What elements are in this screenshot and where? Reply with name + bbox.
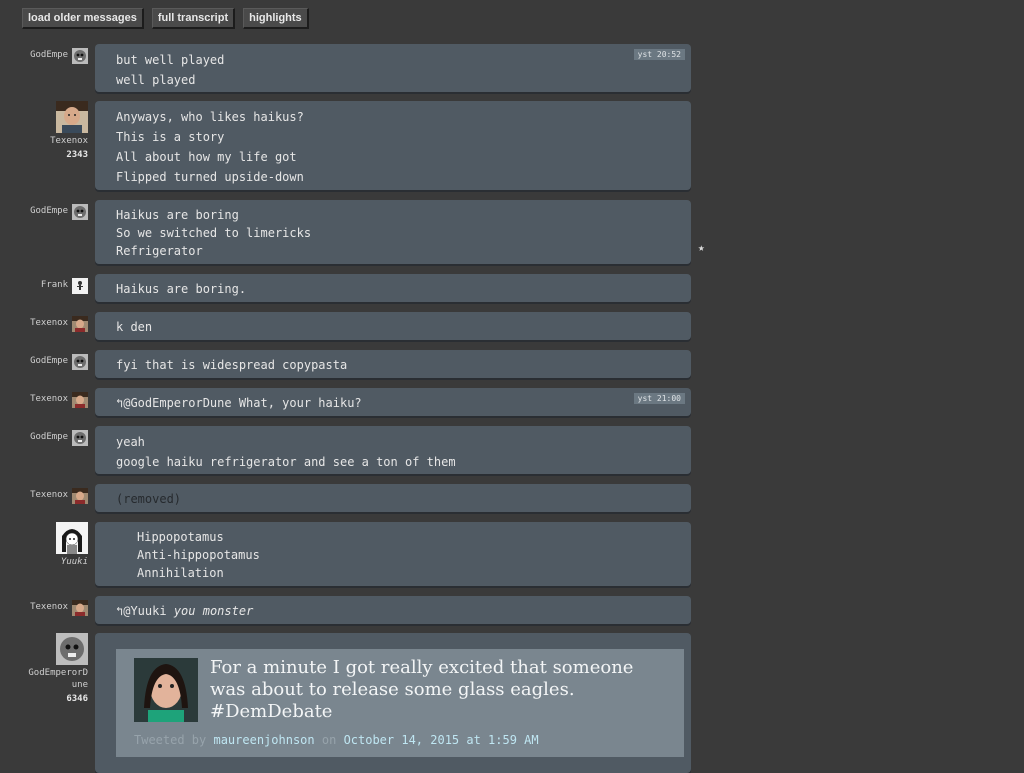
removed-message: (removed) xyxy=(116,492,182,506)
person-photo-icon[interactable] xyxy=(72,392,88,408)
message-bubble[interactable]: but well played well played yst 20:52 xyxy=(95,44,691,92)
tweet-author-link[interactable]: maureenjohnson xyxy=(213,733,314,747)
username[interactable]: GodEmpe xyxy=(30,50,68,60)
message-user[interactable]: Texenox xyxy=(30,312,88,332)
dot-figure-icon[interactable] xyxy=(72,278,88,294)
person-photo-icon[interactable] xyxy=(72,600,88,616)
message-bubble[interactable]: For a minute I got really excited that s… xyxy=(95,633,691,773)
timestamp[interactable]: yst 21:00 xyxy=(633,393,685,404)
username[interactable]: GodEmpe xyxy=(30,356,68,366)
message-bubble[interactable]: Haikus are boring. xyxy=(95,274,691,302)
message-line: This is a story xyxy=(116,130,225,144)
message-line: Anti-hippopotamus xyxy=(137,548,260,562)
mention-link[interactable]: @Yuuki xyxy=(123,604,166,618)
message-text: you monster xyxy=(173,604,254,618)
username[interactable]: GodEmperorD une xyxy=(18,667,88,691)
message-line: So we switched to limericks xyxy=(116,226,312,240)
message-line: Hippopotamus xyxy=(137,530,224,544)
message-user[interactable]: Texenox xyxy=(30,596,88,616)
message-line: Anyways, who likes haikus? xyxy=(116,110,304,124)
message-user[interactable]: Texenox xyxy=(30,388,88,408)
tweet-date-link[interactable]: October 14, 2015 at 1:59 AM xyxy=(344,733,539,747)
message-line: but well played xyxy=(116,53,225,67)
dog-face-icon[interactable] xyxy=(72,48,88,64)
message-user[interactable]: Texenox xyxy=(30,484,88,504)
highlights-button[interactable]: highlights xyxy=(243,8,309,29)
star-icon[interactable]: ★ xyxy=(698,241,705,254)
username[interactable]: Texenox xyxy=(30,394,68,404)
username[interactable]: Texenox xyxy=(30,318,68,328)
message-line: fyi that is widespread copypasta xyxy=(116,358,348,372)
tweet-meta: Tweeted by maureenjohnson on October 14,… xyxy=(134,733,539,747)
tweet-author-avatar[interactable] xyxy=(134,658,198,722)
on-label: on xyxy=(321,733,337,747)
message-line: Refrigerator xyxy=(116,244,203,258)
message-bubble[interactable]: yeah google haiku refrigerator and see a… xyxy=(95,426,691,474)
message-line: well played xyxy=(116,73,196,87)
message-line: Haikus are boring. xyxy=(116,282,247,296)
load-older-messages-button[interactable]: load older messages xyxy=(22,8,144,29)
reply-message: ↰@GodEmperorDune What, your haiku? xyxy=(116,394,691,412)
message-line: Haikus are boring xyxy=(116,208,239,222)
username[interactable]: GodEmpe xyxy=(30,206,68,216)
message-user[interactable]: GodEmpe xyxy=(30,426,88,446)
username[interactable]: GodEmpe xyxy=(30,432,68,442)
message-text: What, your haiku? xyxy=(231,396,362,410)
message-line: Annihilation xyxy=(137,566,224,580)
reputation: 2343 xyxy=(66,150,88,160)
username[interactable]: Texenox xyxy=(30,602,68,612)
dog-face-icon[interactable] xyxy=(72,354,88,370)
tweet-embed[interactable]: For a minute I got really excited that s… xyxy=(116,649,684,757)
message-bubble[interactable]: k den xyxy=(95,312,691,340)
person-photo-icon[interactable] xyxy=(56,101,88,133)
dog-face-icon[interactable] xyxy=(56,633,88,665)
message-bubble[interactable]: Hippopotamus Anti-hippopotamus Annihilat… xyxy=(95,522,691,586)
username[interactable]: Texenox xyxy=(18,135,88,147)
person-photo-icon[interactable] xyxy=(72,316,88,332)
reputation: 6346 xyxy=(66,694,88,704)
message-bubble[interactable]: Anyways, who likes haikus? This is a sto… xyxy=(95,101,691,190)
toolbar: load older messages full transcript high… xyxy=(22,8,309,29)
person-photo-icon[interactable] xyxy=(72,488,88,504)
anime-girl-icon[interactable] xyxy=(56,522,88,554)
message-user[interactable]: GodEmpe xyxy=(30,200,88,220)
tweet-text: For a minute I got really excited that s… xyxy=(210,657,634,722)
message-bubble[interactable]: Haikus are boring So we switched to lime… xyxy=(95,200,691,264)
timestamp[interactable]: yst 20:52 xyxy=(633,49,685,60)
message-line: yeah xyxy=(116,435,145,449)
username[interactable]: Frank xyxy=(41,280,68,290)
message-user[interactable]: GodEmperorD une 6346 xyxy=(18,633,88,704)
username[interactable]: Texenox xyxy=(30,490,68,500)
message-bubble[interactable]: fyi that is widespread copypasta xyxy=(95,350,691,378)
message-user[interactable]: Yuuki xyxy=(18,522,88,568)
message-bubble[interactable]: ↰@GodEmperorDune What, your haiku? yst 2… xyxy=(95,388,691,416)
message-user[interactable]: GodEmpe xyxy=(30,44,88,64)
full-transcript-button[interactable]: full transcript xyxy=(151,8,236,29)
reply-message: ↰@Yuuki you monster xyxy=(116,602,691,620)
message-bubble[interactable]: (removed) xyxy=(95,484,691,512)
message-line: All about how my life got xyxy=(116,150,297,164)
message-bubble[interactable]: ↰@Yuuki you monster xyxy=(95,596,691,624)
message-user[interactable]: GodEmpe xyxy=(30,350,88,370)
message-line: Flipped turned upside-down xyxy=(116,170,304,184)
message-line: k den xyxy=(116,320,153,334)
username[interactable]: Yuuki xyxy=(18,556,88,568)
dog-face-icon[interactable] xyxy=(72,204,88,220)
dog-face-icon[interactable] xyxy=(72,430,88,446)
mention-link[interactable]: @GodEmperorDune xyxy=(123,396,231,410)
message-line: google haiku refrigerator and see a ton … xyxy=(116,455,456,469)
message-user[interactable]: Frank xyxy=(41,274,88,294)
message-user[interactable]: Texenox 2343 xyxy=(18,101,88,160)
tweeted-by-label: Tweeted by xyxy=(134,733,207,747)
